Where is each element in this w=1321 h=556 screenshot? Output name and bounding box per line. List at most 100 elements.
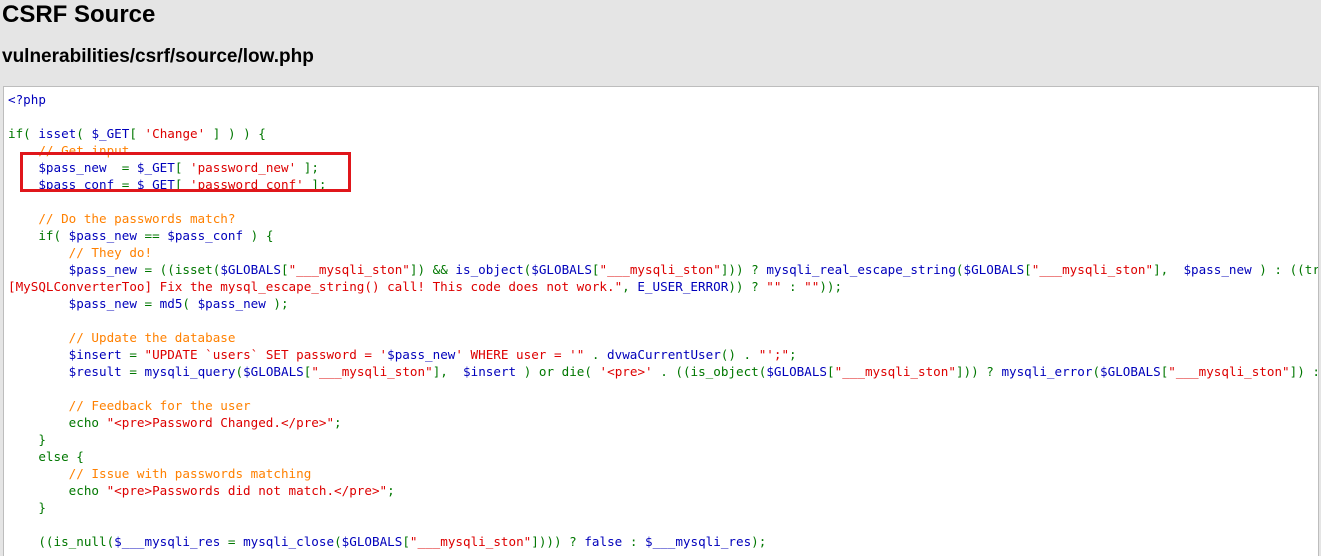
code-token: $GLOBALS xyxy=(243,364,304,379)
code-token: [ xyxy=(591,262,600,277)
code-token: echo xyxy=(8,415,107,430)
code-token: "___mysqli_ston" xyxy=(288,262,410,277)
code-token: . ((is_object( xyxy=(652,364,767,379)
code-line: $pass_new = ((isset($GLOBALS["___mysqli_… xyxy=(8,261,1319,278)
code-token: "<pre>Password Changed.</pre>" xyxy=(106,415,335,430)
code-token: "" xyxy=(804,279,820,294)
code-token: $pass_new xyxy=(68,228,145,243)
code-token: = xyxy=(129,364,145,379)
code-token: [ xyxy=(280,262,289,277)
code-token: else { xyxy=(8,449,84,464)
code-token: ])) ? xyxy=(720,262,767,277)
code-token: ) : ((trigger_error( xyxy=(1259,262,1319,277)
code-line: $insert = "UPDATE `users` SET password =… xyxy=(8,346,1318,363)
code-token: dvwaCurrentUser xyxy=(607,347,721,362)
code-token: false xyxy=(584,534,630,549)
code-line: else { xyxy=(8,448,1318,465)
code-token: // They do! xyxy=(8,245,153,260)
code-line: $pass_new = $_GET[ 'password_new' ]; xyxy=(8,159,1318,176)
code-token: () . xyxy=(720,347,759,362)
code-token: $pass_new xyxy=(387,347,456,362)
code-token: = ((isset( xyxy=(144,262,221,277)
code-token: "UPDATE `users` SET password = ' xyxy=(144,347,388,362)
code-token: "___mysqli_ston" xyxy=(409,534,532,549)
code-token: $_GET xyxy=(91,126,130,141)
code-token: [ xyxy=(827,364,835,379)
code-token: mysqli_error xyxy=(1001,364,1093,379)
code-token: E_USER_ERROR xyxy=(637,279,729,294)
source-code-box[interactable]: <?php if( isset( $_GET[ 'Change' ] ) ) { … xyxy=(3,86,1319,556)
code-token: "___mysqli_ston" xyxy=(311,364,433,379)
code-token: } xyxy=(8,432,46,447)
code-line: $result = mysqli_query($GLOBALS["___mysq… xyxy=(8,363,1318,380)
code-line: // Do the passwords match? xyxy=(8,210,1318,227)
code-token: [ xyxy=(174,160,190,175)
code-token: $GLOBALS xyxy=(531,262,592,277)
code-line: echo "<pre>Passwords did not match.</pre… xyxy=(8,482,1318,499)
code-line: // They do! xyxy=(8,244,1318,261)
code-token: $_GET xyxy=(136,160,175,175)
code-token: $insert xyxy=(8,347,130,362)
code-token: $pass_new xyxy=(1183,262,1260,277)
code-token: $pass_conf xyxy=(167,228,251,243)
code-token: ((is_null( xyxy=(8,534,115,549)
code-token: $GLOBALS xyxy=(766,364,828,379)
code-token: "___mysqli_ston" xyxy=(1168,364,1290,379)
code-token: ( xyxy=(235,364,244,379)
code-line: <?php xyxy=(8,91,1318,108)
code-line: ((is_null($___mysqli_res = mysqli_close(… xyxy=(8,533,1318,550)
code-token: $___mysqli_res xyxy=(114,534,228,549)
code-token: [ xyxy=(129,126,145,141)
code-line: $pass_conf = $_GET[ 'password_conf' ]; xyxy=(8,176,1318,193)
code-token: $insert xyxy=(463,364,524,379)
page-title: CSRF Source xyxy=(2,1,156,28)
code-line: if( $pass_new == $pass_conf ) { xyxy=(8,227,1318,244)
code-token: if( xyxy=(8,228,69,243)
code-token: = xyxy=(144,296,160,311)
code-token: ])) ? xyxy=(955,364,1002,379)
code-token: // Update the database xyxy=(8,330,236,345)
code-line: } xyxy=(8,499,1318,516)
code-token: is_object xyxy=(455,262,524,277)
code-token: $GLOBALS xyxy=(341,534,403,549)
code-token: // Get input xyxy=(8,143,130,158)
code-token: . xyxy=(584,347,608,362)
code-token: echo xyxy=(8,483,107,498)
code-token: // Issue with passwords matching xyxy=(8,466,312,481)
code-line: // Get input xyxy=(8,142,1318,159)
code-line: echo "<pre>Password Changed.</pre>"; xyxy=(8,414,1318,431)
code-token: "___mysqli_ston" xyxy=(1031,262,1154,277)
code-token: ( xyxy=(1092,364,1101,379)
code-token: ); xyxy=(273,296,289,311)
code-token: "<pre>Passwords did not match.</pre>" xyxy=(106,483,388,498)
code-token: 'password_conf' xyxy=(190,177,304,192)
code-line: // Feedback for the user xyxy=(8,397,1318,414)
code-token: mysqli_close xyxy=(243,534,335,549)
code-token: == xyxy=(144,228,168,243)
code-token: [ xyxy=(174,177,190,192)
code-token: = xyxy=(121,160,137,175)
code-token: ) or die( xyxy=(523,364,600,379)
code-token: $pass_conf xyxy=(8,177,122,192)
code-token: $pass_new xyxy=(197,296,274,311)
code-token: ( xyxy=(955,262,964,277)
code-token: mysqli_query xyxy=(144,364,236,379)
code-token: } xyxy=(8,500,46,515)
code-token: if( xyxy=(8,126,39,141)
code-token: ); xyxy=(751,534,767,549)
code-token: [ xyxy=(402,534,410,549)
code-token: ; xyxy=(387,483,395,498)
code-token: ]) : (( xyxy=(1289,364,1318,379)
code-token: 'Change' xyxy=(144,126,206,141)
code-token: $GLOBALS xyxy=(220,262,281,277)
code-token: $___mysqli_res xyxy=(645,534,752,549)
code-token: , xyxy=(622,279,638,294)
code-token: ]; xyxy=(296,160,319,175)
source-code: <?php if( isset( $_GET[ 'Change' ] ) ) { … xyxy=(8,91,1319,550)
code-token: $GLOBALS xyxy=(963,262,1025,277)
